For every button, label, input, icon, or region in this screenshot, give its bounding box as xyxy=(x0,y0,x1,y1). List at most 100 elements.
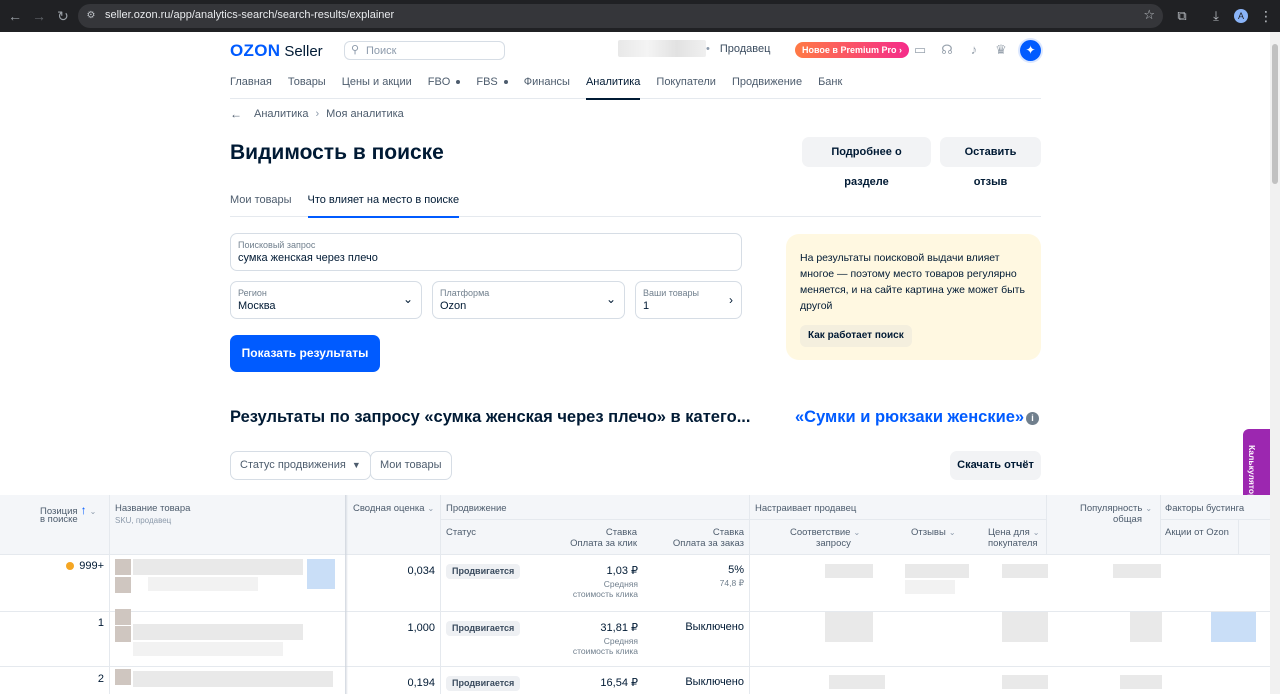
calculator-label: Калькулятор xyxy=(1247,445,1257,500)
popularity-value-blurred xyxy=(1130,612,1162,642)
col-popularity[interactable]: Популярность ⌄ xyxy=(1080,503,1152,514)
url-text: seller.ozon.ru/app/analytics-search/sear… xyxy=(105,9,395,21)
sort-up-arrow-icon: ↑ xyxy=(80,503,87,517)
product-name-blurred[interactable] xyxy=(133,671,333,687)
site-info-icon[interactable]: ⚙ xyxy=(85,10,97,22)
my-products-filter[interactable]: Мои товары xyxy=(370,451,452,480)
ai-assistant-icon[interactable]: ✦ xyxy=(1020,40,1041,61)
row-divider xyxy=(0,666,1270,667)
premium-pro-button[interactable]: Новое в Premium Pro › xyxy=(795,42,909,58)
row-rate-order: Выключено xyxy=(685,621,744,633)
row-divider xyxy=(0,611,1270,612)
product-name-blurred[interactable] xyxy=(133,559,303,575)
nav-item-analytics[interactable]: Аналитика xyxy=(585,76,641,100)
fbs-dot xyxy=(503,80,508,85)
address-bar[interactable]: ⚙ seller.ozon.ru/app/analytics-search/se… xyxy=(78,4,1163,28)
support-headset-icon[interactable]: ☊ xyxy=(938,41,956,59)
browser-menu-icon[interactable]: ⋮ xyxy=(1256,4,1276,28)
nav-item-bank[interactable]: Банк xyxy=(818,76,842,99)
leave-feedback-button[interactable]: Оставить отзыв xyxy=(940,137,1041,188)
breadcrumb-analytics[interactable]: Аналитика xyxy=(254,108,308,120)
row-position: 1 xyxy=(97,617,104,629)
back-icon[interactable]: ← xyxy=(3,4,27,28)
role-text: Продавец xyxy=(719,43,771,55)
chevron-down-icon: ⌄ xyxy=(605,292,616,306)
col-divider xyxy=(440,495,441,694)
seller-blurred xyxy=(307,559,335,589)
crown-icon[interactable]: ♛ xyxy=(992,41,1010,59)
nav-item-products[interactable]: Товары xyxy=(288,76,326,99)
nav-item-customers[interactable]: Покупатели xyxy=(656,76,716,99)
query-value[interactable]: сумка женская через плечо xyxy=(238,252,378,264)
download-icon[interactable]: ⤓ xyxy=(1204,4,1228,28)
download-report-button[interactable]: Скачать отчёт xyxy=(950,451,1041,480)
boost-value-blurred xyxy=(1211,612,1256,642)
company-name-blurred xyxy=(618,40,706,57)
header-divider xyxy=(440,519,1046,520)
nav-item-home[interactable]: Главная xyxy=(230,76,272,99)
more-about-section-button[interactable]: Подробнее о разделе xyxy=(802,137,931,188)
platform-select[interactable]: Платформа Ozon ⌄ xyxy=(432,281,625,319)
results-category-link[interactable]: «Сумки и рюкзаки женские» xyxy=(795,408,1024,427)
extensions-icon[interactable]: ⧉ xyxy=(1170,4,1194,28)
popularity-value-blurred xyxy=(1113,564,1161,578)
col-match-sub: запросу xyxy=(816,538,851,549)
product-thumbnail[interactable] xyxy=(115,559,131,575)
tab-search-factors[interactable]: Что влияет на место в поиске xyxy=(307,194,459,218)
row-rate-click: 31,81 ₽ xyxy=(600,622,638,634)
nav-item-fbs[interactable]: FBS xyxy=(476,76,508,99)
col-reviews[interactable]: Отзывы ⌄ xyxy=(911,527,956,538)
product-thumbnail[interactable] xyxy=(115,609,131,625)
nav-item-promotion[interactable]: Продвижение xyxy=(732,76,802,99)
col-rate-click: Ставка xyxy=(605,527,637,538)
row-score: 1,000 xyxy=(407,622,435,634)
col-rate-order-sub: Оплата за заказ xyxy=(672,538,744,549)
row-rate-order-note: 74,8 ₽ xyxy=(719,578,744,588)
reviews-sub-blurred xyxy=(905,580,955,594)
product-thumbnail[interactable] xyxy=(115,669,131,685)
product-thumbnail[interactable] xyxy=(115,577,131,593)
show-results-button[interactable]: Показать результаты xyxy=(230,335,380,372)
bookmark-star-icon[interactable]: ☆ xyxy=(1143,7,1155,23)
row-position: 999+ xyxy=(40,560,104,572)
breadcrumb: ← Аналитика › Моя аналитика xyxy=(230,107,404,121)
search-query-field[interactable]: Поисковый запрос сумка женская через пле… xyxy=(230,233,742,271)
chevron-down-icon: ⌄ xyxy=(402,292,413,306)
scrollbar-thumb[interactable] xyxy=(1272,44,1278,184)
profile-avatar[interactable]: A xyxy=(1234,9,1248,23)
ozon-seller-logo[interactable]: OZON Seller xyxy=(230,41,323,61)
col-price[interactable]: Цена для ⌄ xyxy=(988,527,1039,538)
promotion-status-filter[interactable]: Статус продвижения ▼ xyxy=(230,451,371,480)
nav-item-finance[interactable]: Финансы xyxy=(524,76,570,99)
info-icon[interactable]: i xyxy=(1026,412,1039,425)
row-score: 0,194 xyxy=(407,677,435,689)
header-divider xyxy=(1160,519,1270,520)
tab-my-products[interactable]: Мои товары xyxy=(230,194,292,217)
region-select[interactable]: Регион Москва ⌄ xyxy=(230,281,422,319)
col-match[interactable]: Соответствие ⌄ xyxy=(790,527,860,538)
col-divider xyxy=(1046,495,1047,554)
price-value-blurred xyxy=(1002,564,1048,578)
your-products-field[interactable]: Ваши товары 1 › xyxy=(635,281,742,319)
product-name-blurred[interactable] xyxy=(133,624,303,640)
search-icon: ⚲ xyxy=(351,44,360,56)
col-rate-click-sub: Оплата за клик xyxy=(570,538,637,549)
search-input[interactable]: ⚲ Поиск xyxy=(344,41,505,60)
nav-item-prices[interactable]: Цены и акции xyxy=(342,76,412,99)
page-title: Видимость в поиске xyxy=(230,141,444,164)
price-value-blurred xyxy=(1002,675,1048,689)
how-search-works-button[interactable]: Как работает поиск xyxy=(800,325,912,347)
col-score[interactable]: Сводная оценка ⌄ xyxy=(353,503,434,514)
col-status: Статус xyxy=(446,527,477,538)
chevron-down-icon: ▼ xyxy=(351,460,361,470)
reload-icon[interactable]: ↻ xyxy=(51,4,75,28)
forward-icon[interactable]: → xyxy=(27,4,51,28)
page-scrollbar[interactable] xyxy=(1270,32,1280,694)
breadcrumb-my-analytics[interactable]: Моя аналитика xyxy=(326,108,404,120)
back-arrow-icon[interactable]: ← xyxy=(230,107,242,121)
role-label[interactable]: • Продавец xyxy=(706,43,770,55)
chat-icon[interactable]: ▭ xyxy=(911,41,929,59)
notifications-bell-icon[interactable]: ♪ xyxy=(965,41,983,59)
product-thumbnail[interactable] xyxy=(115,626,131,642)
nav-item-fbo[interactable]: FBO xyxy=(428,76,461,99)
